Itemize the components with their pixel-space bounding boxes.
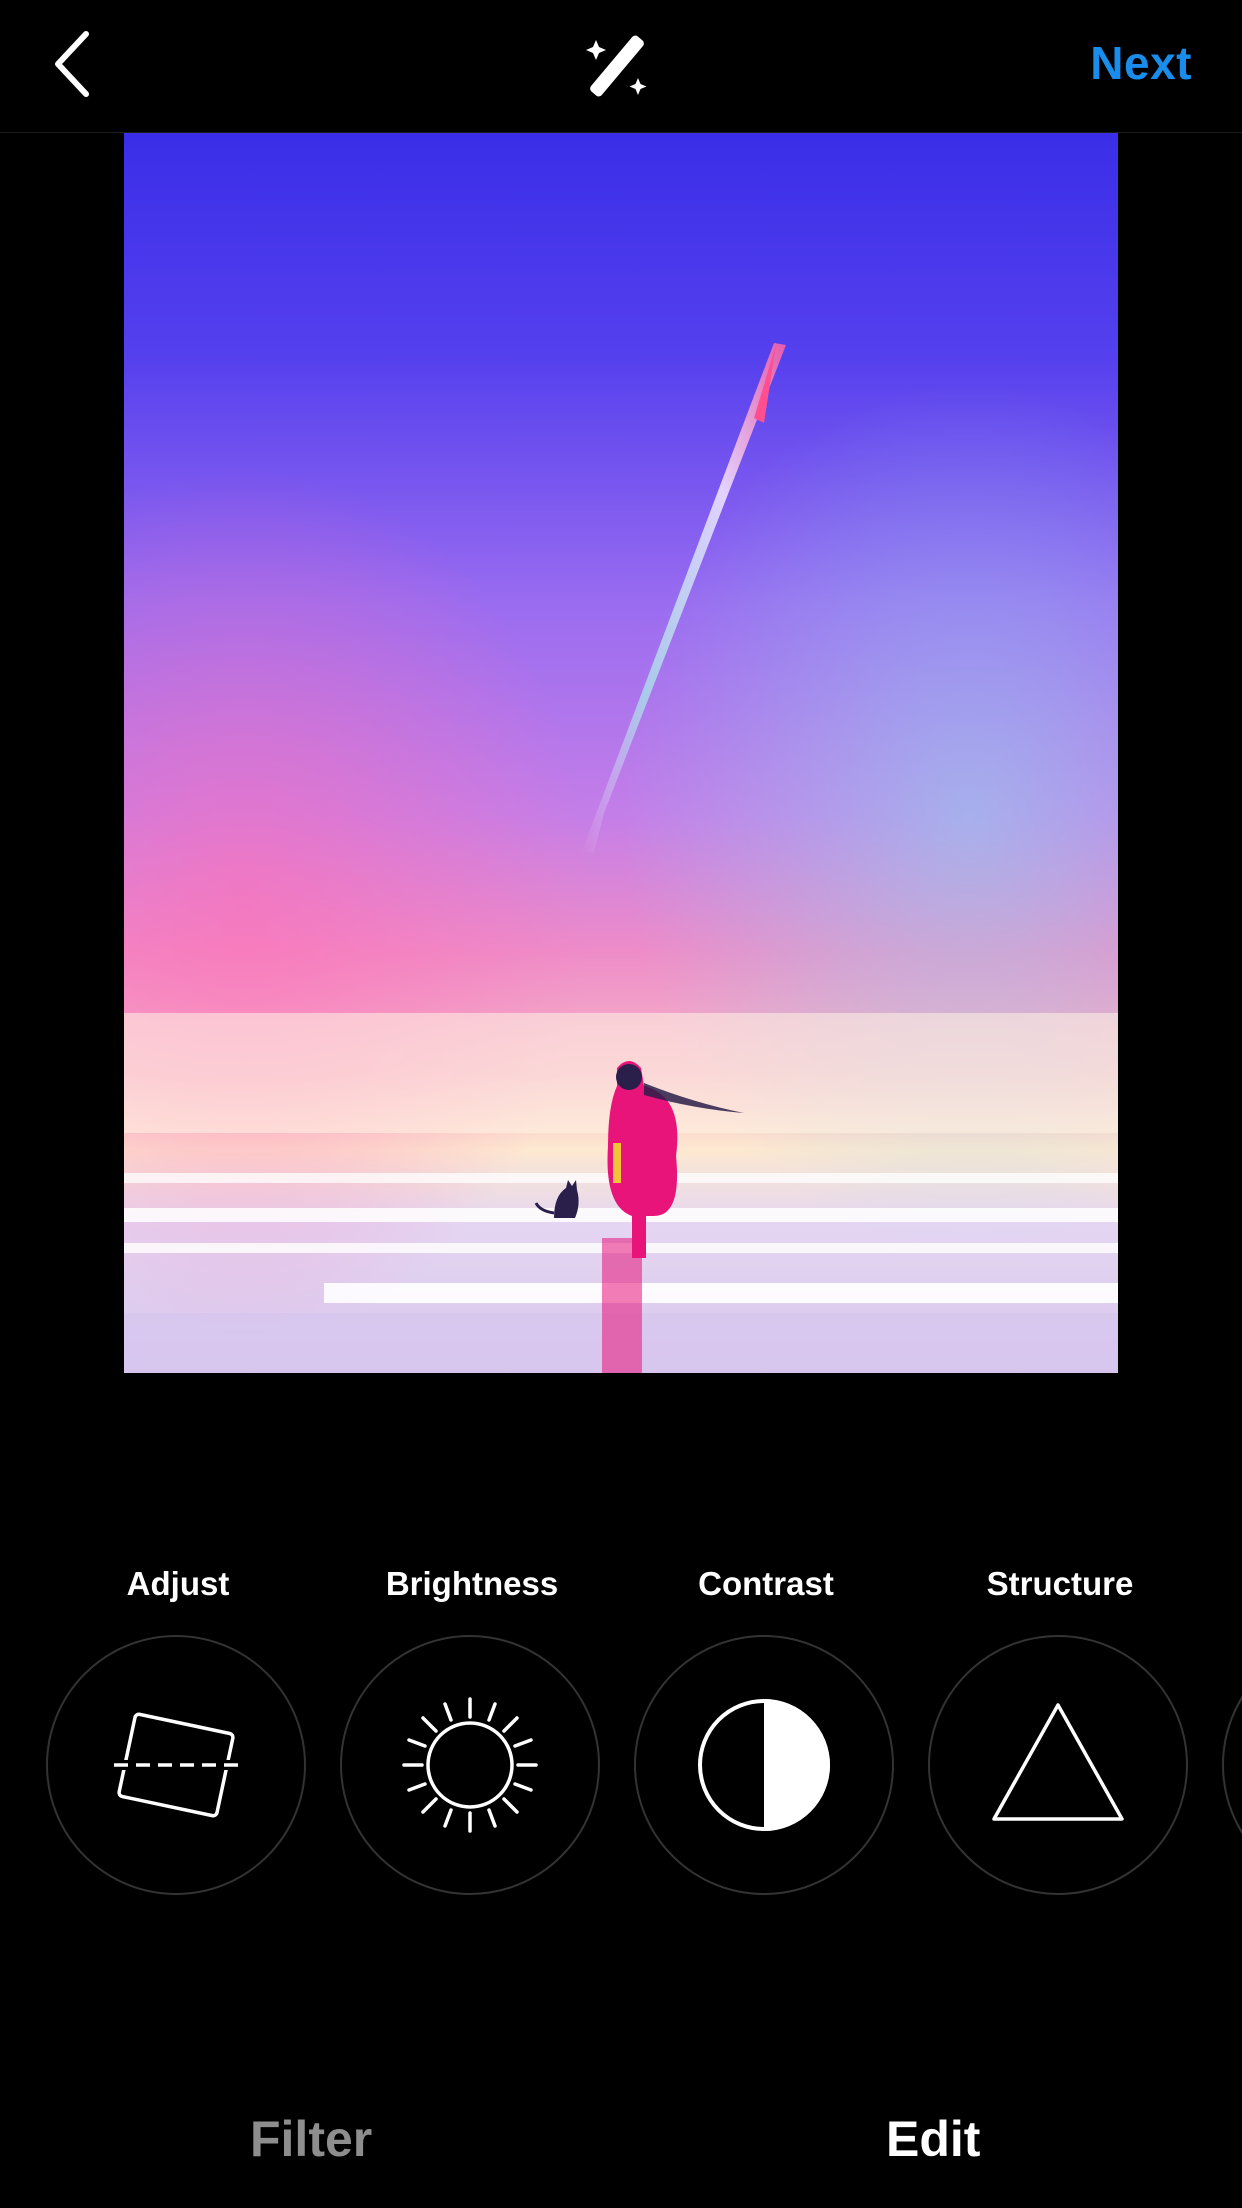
tool-label: Brightness — [385, 1565, 559, 1602]
tool-next-partial[interactable] — [1222, 1555, 1242, 1895]
photo-image — [124, 133, 1118, 1373]
brightness-icon — [402, 1697, 538, 1833]
tool-contrast-button[interactable] — [634, 1635, 894, 1895]
top-bar: Next — [0, 0, 1242, 133]
tab-filter[interactable]: Filter — [250, 2110, 372, 2168]
tool-structure-button[interactable] — [928, 1635, 1188, 1895]
tool-brightness[interactable]: Brightness — [340, 1555, 604, 1895]
bottom-tab-bar: Filter Edit — [0, 2080, 1242, 2208]
tool-adjust[interactable]: Adjust — [46, 1555, 310, 1895]
tool-adjust-button[interactable] — [46, 1635, 306, 1895]
tool-structure[interactable]: Structure — [928, 1555, 1192, 1895]
tool-contrast[interactable]: Contrast — [634, 1555, 898, 1895]
tool-brightness-button[interactable] — [340, 1635, 600, 1895]
contrast-icon — [698, 1699, 830, 1831]
tool-label: Contrast — [698, 1565, 834, 1602]
next-button[interactable]: Next — [1090, 36, 1192, 90]
chevron-left-icon[interactable] — [44, 24, 124, 104]
tab-edit[interactable]: Edit — [886, 2110, 980, 2168]
tool-label: Adjust — [126, 1565, 230, 1602]
magic-wand-icon[interactable] — [580, 26, 660, 106]
edit-tools-row: Adjust Brightness Contrast Structure — [0, 1555, 1242, 1905]
structure-icon — [992, 1703, 1124, 1821]
photo-preview — [124, 133, 1118, 1373]
tool-partial-button[interactable] — [1222, 1635, 1242, 1895]
tool-label: Structure — [986, 1565, 1134, 1602]
adjust-icon — [110, 1712, 242, 1818]
